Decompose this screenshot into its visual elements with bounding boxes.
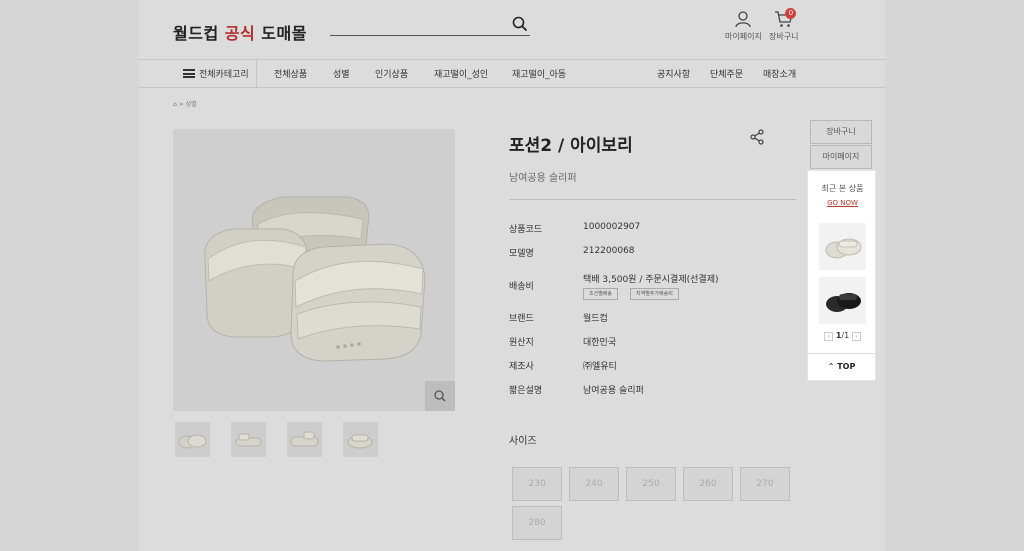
breadcrumb-current[interactable]: 성별 (186, 101, 197, 108)
site-logo[interactable]: 월드컵 공식 도매몰 (173, 20, 307, 44)
product-main-image (173, 129, 455, 411)
go-now-link[interactable]: GO NOW (808, 199, 877, 207)
top-label: TOP (837, 362, 856, 371)
size-option-270[interactable]: 270 (740, 467, 790, 501)
recent-product-1[interactable] (819, 223, 866, 270)
chevron-left-icon[interactable]: ‹ (824, 332, 834, 341)
info-value-brand: 월드컵 (583, 314, 608, 324)
nav-item-store-info[interactable]: 매장소개 (763, 67, 796, 80)
all-category-label: 전체카테고리 (199, 70, 249, 80)
mypage-label: 마이페이지 (725, 32, 762, 41)
quick-cart-button[interactable]: 장바구니 (810, 120, 872, 144)
info-label-code: 상품코드 (509, 225, 543, 235)
info-value-model: 212200068 (583, 246, 635, 256)
logo-text-end: 도매몰 (255, 24, 307, 43)
info-label-shipping: 배송비 (509, 282, 534, 292)
search-input[interactable] (330, 14, 530, 36)
info-label-short-desc: 짧은설명 (509, 386, 543, 396)
info-label-maker: 제조사 (509, 362, 534, 372)
all-category-button[interactable]: 전체카테고리 (183, 67, 249, 80)
nav-item-notice[interactable]: 공지사항 (657, 67, 690, 80)
nav-divider (256, 60, 257, 87)
breadcrumb: ⌂ > 성별 (173, 101, 197, 108)
shipping-tag-conditional[interactable]: 조건별배송 (583, 288, 619, 300)
size-option-230[interactable]: 230 (512, 467, 562, 501)
nav-item-gender[interactable]: 성별 (333, 67, 350, 80)
size-section-title: 사이즈 (509, 436, 537, 447)
info-label-brand: 브랜드 (509, 314, 534, 324)
pager-total: /1 (841, 331, 850, 340)
cart-link[interactable]: 장바구니 0 (769, 8, 799, 42)
chevron-right-icon[interactable]: › (851, 332, 861, 341)
recent-product-2[interactable] (819, 277, 866, 324)
logo-text-highlight: 공식 (224, 24, 256, 43)
info-value-origin: 대한민국 (583, 338, 617, 348)
product-subtitle: 남여공용 슬리퍼 (509, 173, 577, 184)
info-label-model: 모델명 (509, 249, 534, 259)
scroll-top-button[interactable]: ⌃ TOP (808, 353, 875, 381)
product-thumbnail-4[interactable] (343, 422, 378, 457)
size-option-240[interactable]: 240 (569, 467, 619, 501)
mypage-link[interactable]: 마이페이지 (725, 10, 762, 42)
info-value-maker: ㈜엘유티 (583, 362, 617, 372)
logo-text: 월드컵 (173, 24, 225, 43)
zoom-button[interactable] (425, 381, 455, 411)
info-value-shipping: 택배 3,500원 / 주문시결제(선결제) (583, 275, 719, 285)
user-icon (735, 11, 752, 28)
size-option-250[interactable]: 250 (626, 467, 676, 501)
recent-products-panel: 최근 본 상품 GO NOW ‹ 1/1 › ⌃ TOP (807, 170, 876, 381)
product-thumbnail-1[interactable] (175, 422, 210, 457)
recent-products-title: 최근 본 상품 (821, 184, 864, 193)
nav-item-clearance-kids[interactable]: 재고떨이_아동 (512, 67, 566, 80)
menu-icon (183, 69, 195, 78)
recent-pager: ‹ 1/1 › (808, 331, 877, 341)
nav-item-clearance-adult[interactable]: 재고떨이_성인 (434, 67, 488, 80)
slipper-image (204, 196, 426, 362)
page-background-left (0, 0, 139, 551)
size-option-260[interactable]: 260 (683, 467, 733, 501)
chevron-up-icon: ⌃ (827, 362, 835, 371)
product-title: 포션2 / 아이보리 (509, 136, 633, 156)
info-label-origin: 원산지 (509, 338, 534, 348)
info-divider (509, 199, 796, 200)
product-thumbnail-2[interactable] (231, 422, 266, 457)
page-background-right (885, 0, 1024, 551)
nav-item-popular[interactable]: 인기상품 (375, 67, 408, 80)
quick-mypage-button[interactable]: 마이페이지 (810, 145, 872, 169)
home-icon[interactable]: ⌂ (173, 101, 177, 108)
size-option-280[interactable]: 280 (512, 506, 562, 540)
nav-item-all-products[interactable]: 전체상품 (274, 67, 307, 80)
nav-item-group-order[interactable]: 단체주문 (710, 67, 743, 80)
search-icon[interactable] (512, 16, 528, 32)
shipping-tag-regional[interactable]: 지역별추가배송비 (630, 288, 679, 300)
product-thumbnail-3[interactable] (287, 422, 322, 457)
info-value-code: 1000002907 (583, 222, 641, 232)
share-icon[interactable] (749, 129, 765, 145)
cart-label: 장바구니 (769, 32, 799, 41)
zoom-icon (434, 390, 446, 402)
cart-count-badge: 0 (785, 8, 797, 19)
info-value-short-desc: 남여공용 슬리퍼 (583, 386, 644, 396)
